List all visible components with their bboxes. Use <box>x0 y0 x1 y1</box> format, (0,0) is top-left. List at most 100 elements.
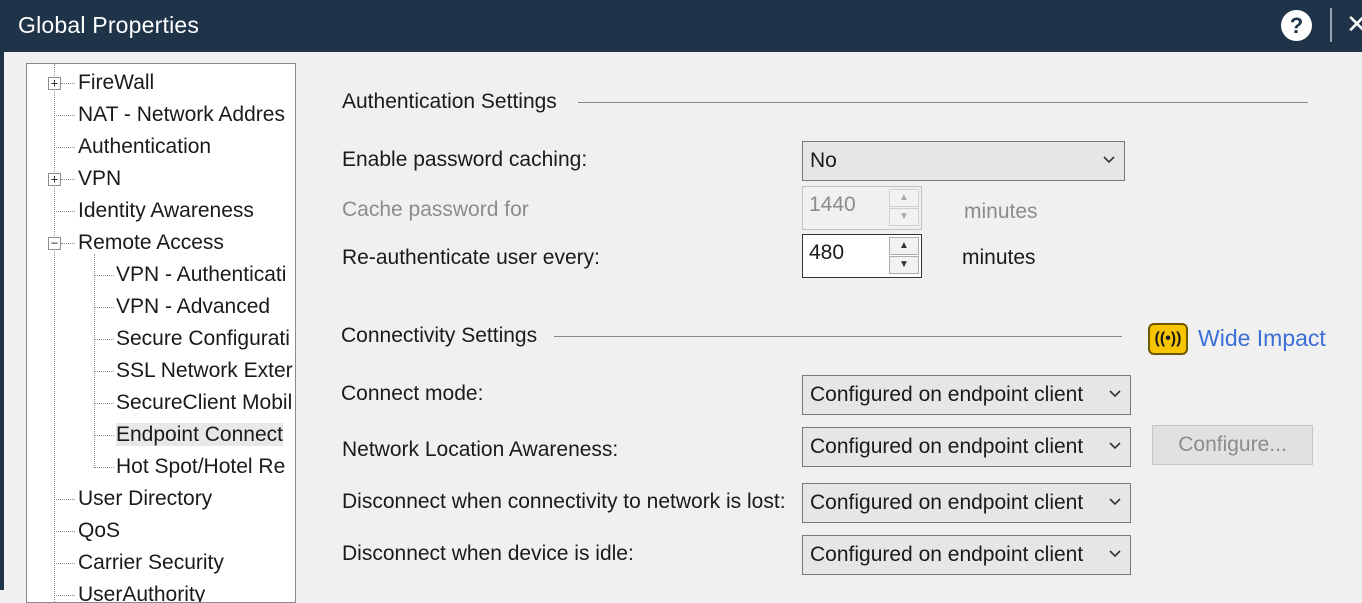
tree-item-identity-awareness[interactable]: Identity Awareness <box>78 196 254 226</box>
tree-connector <box>94 403 114 404</box>
chevron-down-icon <box>1109 550 1121 558</box>
tree-connector <box>54 563 75 564</box>
tree-item-label: Identity Awareness <box>78 199 254 222</box>
tree-item-authentication[interactable]: Authentication <box>78 132 211 162</box>
spin-down-icon[interactable]: ▼ <box>889 256 919 274</box>
cache-password-for-value: 1440 <box>809 193 856 216</box>
close-icon[interactable]: ✕ <box>1346 9 1362 40</box>
tree-item-secure-configuration[interactable]: Secure Configurati <box>116 324 290 354</box>
tree-item-label: Carrier Security <box>78 551 224 574</box>
tree-item-label: QoS <box>78 519 121 542</box>
disconnect-when-idle-select[interactable]: Configured on endpoint client <box>802 535 1131 575</box>
window-left-border <box>0 52 4 590</box>
expand-icon[interactable]: + <box>48 77 61 90</box>
tree-connector <box>94 435 114 436</box>
chevron-down-icon <box>1103 156 1115 164</box>
tree-connector <box>54 64 55 602</box>
authentication-settings-title: Authentication Settings <box>342 90 557 113</box>
stepper-buttons: ▲ ▼ <box>889 189 919 227</box>
tree-connector <box>94 467 114 468</box>
tree-item-ssl-network-extender[interactable]: SSL Network Exter <box>116 356 293 386</box>
tree-connector <box>54 499 75 500</box>
tree-item-vpn-authentication[interactable]: VPN - Authenticati <box>116 260 286 290</box>
tree-item-label: FireWall <box>78 71 155 94</box>
reauthenticate-label: Re-authenticate user every: <box>342 246 600 269</box>
configure-button[interactable]: Configure... <box>1152 425 1313 465</box>
tree-item-label: VPN - Authenticati <box>116 263 287 286</box>
reauthenticate-value[interactable]: 480 <box>809 241 844 265</box>
window-title: Global Properties <box>18 12 200 38</box>
tree-item-carrier-security[interactable]: Carrier Security <box>78 548 224 578</box>
tree-item-label: Secure Configurati <box>116 327 290 350</box>
chevron-down-icon <box>1109 498 1121 506</box>
tree-item-label: NAT - Network Addres <box>78 103 285 126</box>
expand-icon[interactable]: + <box>48 173 61 186</box>
tree-connector <box>54 595 75 596</box>
title-bar: Global Properties ? ✕ <box>0 0 1362 52</box>
network-location-awareness-label: Network Location Awareness: <box>342 438 619 461</box>
connectivity-settings-title: Connectivity Settings <box>341 324 538 347</box>
disconnect-when-lost-select[interactable]: Configured on endpoint client <box>802 483 1131 523</box>
help-icon[interactable]: ? <box>1281 10 1312 41</box>
broadcast-icon[interactable]: ((•)) <box>1148 323 1188 355</box>
chevron-down-icon <box>1109 390 1121 398</box>
section-divider <box>554 336 1122 337</box>
spin-up-icon: ▲ <box>889 189 919 207</box>
tree-item-remote-access[interactable]: Remote Access <box>78 228 224 258</box>
tree-item-label: Authentication <box>78 135 212 158</box>
tree-item-hot-spot[interactable]: Hot Spot/Hotel Re <box>116 452 285 482</box>
tree-item-endpoint-connect[interactable]: Endpoint Connect <box>116 420 283 450</box>
tree-item-nat[interactable]: NAT - Network Addres <box>78 100 285 130</box>
tree-item-firewall[interactable]: FireWall <box>78 68 154 98</box>
reauthenticate-stepper[interactable]: 480 ▲ ▼ <box>802 234 922 278</box>
tree-item-vpn[interactable]: VPN <box>78 164 121 194</box>
disconnect-when-idle-label: Disconnect when device is idle: <box>342 542 634 565</box>
tree-connector <box>54 115 75 116</box>
tree-item-user-directory[interactable]: User Directory <box>78 484 212 514</box>
spin-up-icon[interactable]: ▲ <box>889 237 919 255</box>
disconnect-when-lost-label: Disconnect when connectivity to network … <box>342 490 786 513</box>
tree-item-qos[interactable]: QoS <box>78 516 120 546</box>
tree-item-label: SecureClient Mobil <box>116 391 293 414</box>
tree-connector <box>94 371 114 372</box>
tree-connector <box>94 339 114 340</box>
cache-password-unit: minutes <box>964 200 1038 223</box>
enable-password-caching-select[interactable]: No <box>802 141 1125 181</box>
wide-impact-link[interactable]: Wide Impact <box>1198 325 1326 352</box>
tree-item-secureclient-mobile[interactable]: SecureClient Mobil <box>116 388 292 418</box>
section-divider <box>578 102 1308 103</box>
stepper-buttons: ▲ ▼ <box>889 237 919 275</box>
connect-mode-select[interactable]: Configured on endpoint client <box>802 375 1131 415</box>
tree-item-userauthority[interactable]: UserAuthority <box>78 580 206 603</box>
spin-down-icon: ▼ <box>889 208 919 226</box>
reauthenticate-unit: minutes <box>962 246 1036 269</box>
tree-item-label: Endpoint Connect <box>116 423 283 446</box>
tree-item-label: SSL Network Exter <box>116 359 293 382</box>
enable-password-caching-label: Enable password caching: <box>342 148 588 171</box>
enable-password-caching-value: No <box>810 149 837 172</box>
tree-item-label: Hot Spot/Hotel Re <box>116 455 286 478</box>
tree-item-vpn-advanced[interactable]: VPN - Advanced <box>116 292 270 322</box>
tree-connector <box>61 83 75 84</box>
collapse-icon[interactable]: − <box>48 237 61 250</box>
navigation-tree[interactable]: + + − FireWall NAT - Network Addres Auth… <box>26 63 296 603</box>
cache-password-for-label: Cache password for <box>342 198 529 221</box>
disconnect-when-lost-value: Configured on endpoint client <box>810 491 1084 514</box>
title-separator <box>1330 8 1332 42</box>
tree-connector <box>54 211 75 212</box>
tree-item-label: Remote Access <box>78 231 224 254</box>
tree-connector <box>94 275 114 276</box>
disconnect-when-idle-value: Configured on endpoint client <box>810 543 1084 566</box>
connect-mode-value: Configured on endpoint client <box>810 383 1084 406</box>
tree-connector <box>94 307 114 308</box>
network-location-awareness-select[interactable]: Configured on endpoint client <box>802 427 1131 467</box>
cache-password-for-stepper: 1440 ▲ ▼ <box>802 186 922 230</box>
tree-item-label: UserAuthority <box>78 583 206 603</box>
tree-item-label: User Directory <box>78 487 213 510</box>
chevron-down-icon <box>1109 442 1121 450</box>
tree-connector <box>61 179 75 180</box>
connect-mode-label: Connect mode: <box>341 382 484 405</box>
tree-item-label: VPN - Advanced <box>116 295 271 318</box>
tree-item-label: VPN <box>78 167 122 190</box>
tree-connector <box>54 147 75 148</box>
